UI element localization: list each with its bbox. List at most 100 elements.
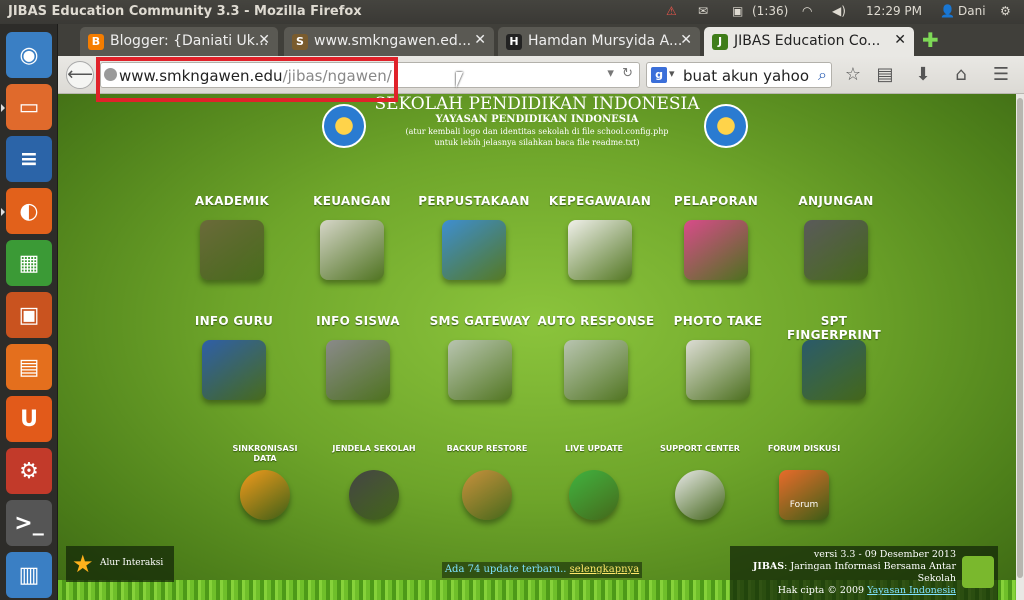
libreoffice-impress-icon[interactable]: ▣ <box>6 292 52 338</box>
unity-launcher: ◉ ▭ ≡ ◐ ▦ ▣ ▤ U ⚙ >_ ▥ <box>0 24 58 600</box>
module-label: INFO SISWA <box>316 314 400 328</box>
gear-icon[interactable]: ⚙ <box>1000 4 1011 18</box>
tab-label: Hamdan Mursyida A... <box>528 33 683 49</box>
module-spt-fingerprint[interactable]: SPT FINGERPRINT <box>774 314 894 400</box>
home-icon[interactable]: ⌂ <box>948 62 974 88</box>
module-info-guru[interactable]: INFO GURU <box>174 314 294 400</box>
tab-smkngawen[interactable]: S www.smkngawen.ed... ✕ <box>284 27 494 56</box>
jibas-bold: JIBAS <box>752 561 785 572</box>
tab-label: Blogger: {Daniati Uk... <box>110 33 269 49</box>
volume-icon[interactable]: ◀) <box>832 4 846 18</box>
scrollbar-thumb[interactable] <box>1017 98 1023 578</box>
module-label: PHOTO TAKE <box>673 314 763 328</box>
battery-indicator[interactable]: (1:36) <box>752 4 788 18</box>
wifi-icon[interactable]: ◠ <box>802 4 812 18</box>
module-label: SMS GATEWAY <box>429 314 531 328</box>
module-label: AKADEMIK <box>194 194 270 208</box>
module-keuangan[interactable]: KEUANGAN <box>292 194 412 280</box>
module-auto-response[interactable]: AUTO RESPONSE <box>536 314 656 400</box>
module-label: PELAPORAN <box>673 194 759 208</box>
module-icon <box>569 470 619 520</box>
module-akademik[interactable]: AKADEMIK <box>172 194 292 280</box>
ubuntu-dash-icon[interactable]: ◉ <box>6 32 52 78</box>
close-icon[interactable]: ✕ <box>894 32 906 48</box>
user-name[interactable]: Dani <box>958 4 986 18</box>
module-jendela-sekolah[interactable]: JENDELA SEKOLAH <box>329 444 419 520</box>
module-sinkronisasi-data[interactable]: SINKRONISASI DATA <box>220 444 310 520</box>
scrollbar[interactable] <box>1016 94 1024 600</box>
bookmarks-list-icon[interactable]: ▤ <box>872 62 898 88</box>
module-icon <box>349 470 399 520</box>
workspace-switcher-icon[interactable]: ▥ <box>6 552 52 598</box>
search-icon[interactable]: ⌕ <box>818 65 827 85</box>
site-favicon-icon: S <box>292 34 308 50</box>
libreoffice-calc-icon[interactable]: ▦ <box>6 240 52 286</box>
tab-jibas[interactable]: J JIBAS Education Co... ✕ <box>704 27 914 56</box>
selengkapnya-link[interactable]: selengkapnya <box>570 564 639 575</box>
module-icon <box>240 470 290 520</box>
new-tab-icon[interactable]: ✚ <box>922 28 939 52</box>
system-settings-icon[interactable]: ⚙ <box>6 448 52 494</box>
tab-label: www.smkngawen.ed... <box>314 33 472 49</box>
mouse-cursor <box>456 72 468 88</box>
mail-icon[interactable]: ✉ <box>698 4 708 18</box>
h-favicon-icon: H <box>506 34 522 50</box>
module-support-center[interactable]: SUPPORT CENTER <box>655 444 745 520</box>
module-live-update[interactable]: LIVE UPDATE <box>549 444 639 520</box>
files-folder-icon[interactable]: ▭ <box>1 84 52 130</box>
alert-icon[interactable]: ⚠ <box>666 4 677 18</box>
alur-interaksi-button[interactable]: ★ Alur Interaksi <box>66 546 174 582</box>
module-label: PERPUSTAKAAN <box>418 194 530 208</box>
search-value: buat akun yahoo <box>683 67 809 85</box>
module-perpustakaan[interactable]: PERPUSTAKAAN <box>414 194 534 280</box>
config-note-2: untuk lebih jelasnya silahkan baca file … <box>434 138 640 147</box>
module-icon <box>686 340 750 400</box>
module-icon <box>802 340 866 400</box>
close-icon[interactable]: ✕ <box>474 32 486 48</box>
window-title: JIBAS Education Community 3.3 - Mozilla … <box>8 4 362 19</box>
tab-strip: B Blogger: {Daniati Uk... ✕ S www.smknga… <box>58 24 1024 56</box>
bookmark-star-icon[interactable]: ☆ <box>840 62 866 88</box>
module-icon <box>684 220 748 280</box>
module-anjungan[interactable]: ANJUNGAN <box>776 194 896 280</box>
module-sms-gateway[interactable]: SMS GATEWAY <box>420 314 540 400</box>
url-dropdown-reload[interactable]: ▾ ↻ <box>607 66 633 81</box>
close-icon[interactable]: ✕ <box>680 32 692 48</box>
keyboard-icon[interactable]: ▣ <box>732 4 743 18</box>
jibas-page: SEKOLAH PENDIDIKAN INDONESIA YAYASAN PEN… <box>58 94 1016 600</box>
ubuntu-one-icon[interactable]: U <box>6 396 52 442</box>
back-arrow-icon[interactable]: ⟵ <box>66 61 94 89</box>
tab-blogger[interactable]: B Blogger: {Daniati Uk... ✕ <box>80 27 278 56</box>
downloads-icon[interactable]: ⬇ <box>910 62 936 88</box>
module-icon <box>564 340 628 400</box>
yayasan-link[interactable]: Yayasan Indonesia <box>867 585 956 596</box>
blogger-icon: B <box>88 34 104 50</box>
alur-label: Alur Interaksi <box>100 558 164 568</box>
module-icon <box>200 220 264 280</box>
module-info-siswa[interactable]: INFO SISWA <box>298 314 418 400</box>
software-center-icon[interactable]: ▤ <box>6 344 52 390</box>
firefox-icon[interactable]: ◐ <box>1 188 52 234</box>
module-label: ANJUNGAN <box>798 194 874 208</box>
libreoffice-writer-icon[interactable]: ≡ <box>6 136 52 182</box>
module-forum-diskusi[interactable]: FORUM DISKUSI Forum <box>759 444 849 520</box>
close-icon[interactable]: ✕ <box>258 32 270 48</box>
module-label: SINKRONISASI DATA <box>232 444 298 463</box>
user-icon[interactable]: 👤 <box>940 4 955 18</box>
module-kepegawaian[interactable]: KEPEGAWAIAN <box>540 194 660 280</box>
tab-hamdan[interactable]: H Hamdan Mursyida A... ✕ <box>498 27 700 56</box>
clock[interactable]: 12:29 PM <box>866 4 922 18</box>
module-label: AUTO RESPONSE <box>537 314 655 328</box>
copyright: Hak cipta © 2009 <box>777 585 865 596</box>
search-input[interactable]: g ▾ buat akun yahoo ⌕ <box>646 62 832 88</box>
google-icon[interactable]: g <box>651 67 667 83</box>
module-photo-take[interactable]: PHOTO TAKE <box>658 314 778 400</box>
menu-icon[interactable]: ☰ <box>988 62 1014 88</box>
version-panel: versi 3.3 - 09 Desember 2013 JIBAS: Jari… <box>730 546 998 600</box>
terminal-icon[interactable]: >_ <box>6 500 52 546</box>
module-backup-restore[interactable]: BACKUP RESTORE <box>442 444 532 520</box>
module-icon: Forum <box>779 470 829 520</box>
module-pelaporan[interactable]: PELAPORAN <box>656 194 776 280</box>
chevron-down-icon[interactable]: ▾ <box>669 67 675 80</box>
config-note-1: (atur kembali logo dan identitas sekolah… <box>405 127 669 136</box>
